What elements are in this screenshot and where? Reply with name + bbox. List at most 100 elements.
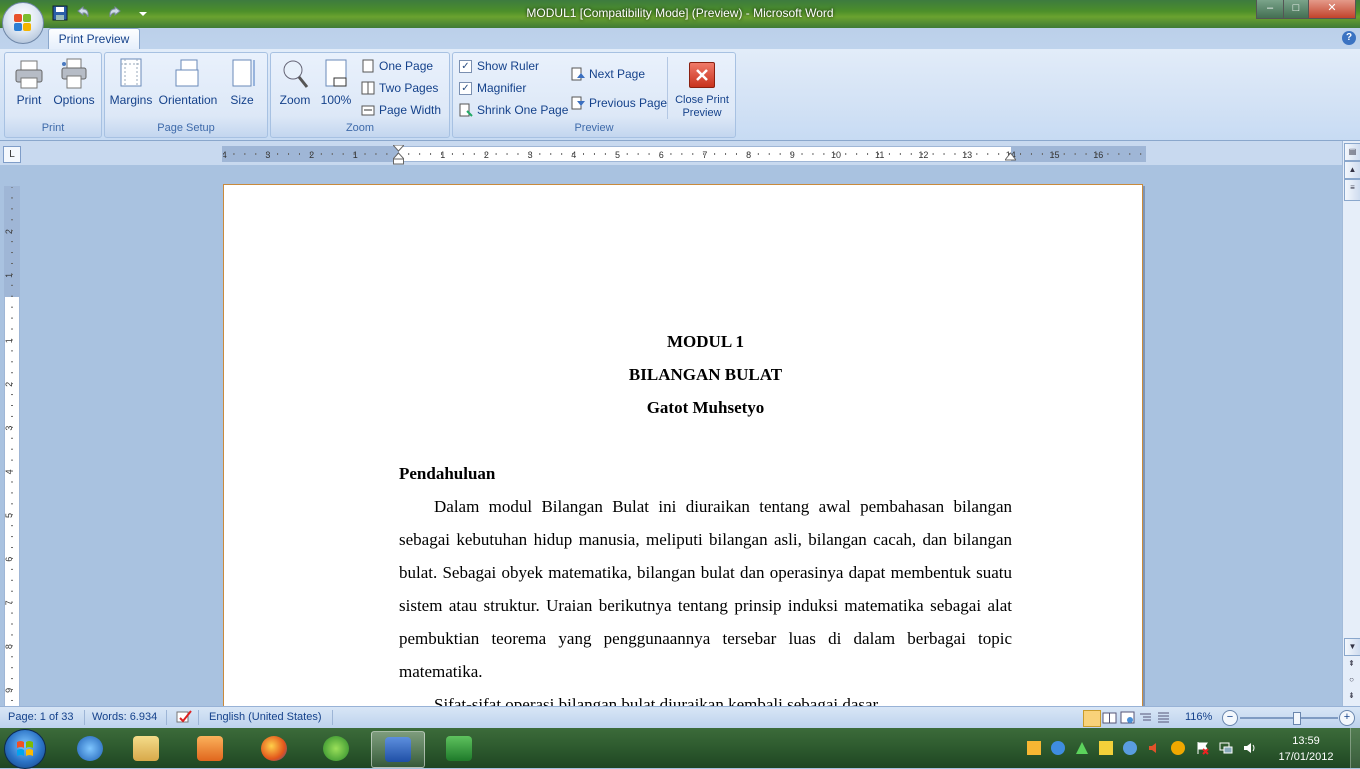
ruler-number: 12 [918, 150, 928, 160]
shrink-one-page-label: Shrink One Page [477, 103, 569, 117]
ribbon-tab-row [0, 28, 1360, 50]
language-indicator[interactable]: English (United States) [209, 711, 322, 723]
clock[interactable]: 13:59 17/01/2012 [1268, 733, 1344, 765]
right-indent-marker[interactable] [1003, 150, 1018, 161]
doc-paragraph-1: Dalam modul Bilangan Bulat ini diuraikan… [399, 497, 1012, 681]
printer-icon [13, 58, 45, 90]
tray-bluetooth-icon[interactable] [1051, 741, 1065, 755]
status-separator [84, 710, 85, 725]
zoom-level[interactable]: 116% [1185, 711, 1212, 723]
browse-object-icon[interactable]: ○ [1344, 672, 1359, 688]
taskbar-excel[interactable] [433, 731, 485, 766]
two-pages-button[interactable]: Two Pages [361, 79, 438, 97]
start-button[interactable] [4, 729, 46, 769]
customize-qat-icon[interactable] [138, 5, 148, 21]
zoom-slider-thumb[interactable] [1292, 712, 1301, 725]
web-layout-view-icon[interactable] [1120, 710, 1135, 725]
print-layout-view-icon[interactable] [1083, 710, 1101, 727]
next-page-icon [571, 67, 585, 81]
tray-speaker-alert-icon[interactable] [1147, 741, 1161, 755]
save-icon[interactable] [52, 5, 68, 21]
margins-label: Margins [109, 93, 153, 107]
minimize-button[interactable]: – [1256, 0, 1284, 19]
tray-network-icon[interactable] [1219, 741, 1233, 755]
undo-icon[interactable] [74, 5, 90, 21]
proofing-icon[interactable] [176, 709, 192, 725]
draft-view-icon[interactable] [1156, 710, 1171, 725]
shrink-one-page-button[interactable]: Shrink One Page [459, 101, 568, 119]
scroll-up-arrow-icon[interactable]: ▲ [1344, 161, 1360, 179]
taskbar-explorer[interactable] [120, 731, 172, 766]
options-button[interactable]: Options [51, 56, 97, 118]
help-icon[interactable]: ? [1342, 31, 1356, 45]
ruler-number: 1 [440, 150, 445, 160]
next-page-button[interactable]: Next Page [571, 65, 645, 83]
tray-update-icon[interactable] [1123, 741, 1137, 755]
outline-view-icon[interactable] [1138, 710, 1153, 725]
full-screen-reading-view-icon[interactable] [1102, 710, 1117, 725]
document-page[interactable]: MODUL 1 BILANGAN BULAT Gatot Muhsetyo Pe… [223, 184, 1143, 726]
vertical-scrollbar[interactable]: ▤ ▲ ≡ ▼ ⇞ ○ ⇟ [1342, 141, 1360, 706]
tray-volume-icon[interactable] [1243, 741, 1257, 755]
tray-chrome-icon[interactable] [1171, 741, 1185, 755]
page-width-button[interactable]: Page Width [361, 101, 441, 119]
zoom-slider-track[interactable] [1240, 712, 1338, 725]
size-button[interactable]: Size [223, 56, 261, 118]
close-button[interactable]: ✕ [1308, 0, 1356, 19]
tray-triangle-icon[interactable] [1075, 741, 1089, 755]
maximize-button[interactable]: □ [1283, 0, 1309, 19]
zoom-100-button[interactable]: 100% [317, 56, 355, 118]
next-page-arrow-icon[interactable]: ⇟ [1344, 688, 1359, 704]
vertical-ruler-number: 3 [5, 426, 14, 431]
doc-author: Gatot Muhsetyo [646, 398, 765, 417]
ruler-number: 6 [659, 150, 664, 160]
ruler-number: 4 [223, 150, 227, 160]
redo-icon[interactable] [108, 5, 124, 21]
taskbar-word[interactable] [371, 731, 425, 768]
magnifier-checkbox[interactable]: ✓ Magnifier [459, 79, 526, 97]
orientation-button[interactable]: Orientation [155, 56, 221, 118]
ruler-number: 10 [831, 150, 841, 160]
tray-app-icon[interactable] [1027, 741, 1041, 755]
clock-date: 17/01/2012 [1278, 751, 1334, 763]
preview-separator [667, 57, 668, 119]
zoom-in-icon[interactable]: + [1339, 710, 1355, 726]
ribbon: Print Options Print Margins Orientation [0, 49, 1360, 141]
doc-heading: Pendahuluan [399, 464, 496, 483]
tray-flag-icon[interactable] [1195, 741, 1209, 755]
tab-print-preview[interactable]: Print Preview [48, 28, 140, 51]
print-group: Print Options Print [4, 52, 102, 138]
print-button[interactable]: Print [9, 56, 49, 118]
taskbar-network-app[interactable] [310, 731, 362, 766]
close-print-preview-button[interactable]: Close Print Preview [671, 56, 733, 119]
ruler-number: 7 [702, 150, 707, 160]
view-ruler-icon[interactable]: ▤ [1344, 143, 1360, 161]
tab-selector[interactable]: L [3, 146, 21, 163]
previous-page-button[interactable]: Previous Page [571, 94, 667, 112]
left-indent-marker[interactable] [391, 144, 406, 165]
magnifier-label: Magnifier [477, 81, 527, 95]
internet-explorer-icon [77, 736, 103, 761]
zoom-button[interactable]: Zoom [275, 56, 315, 118]
taskbar-media-player[interactable] [184, 731, 236, 766]
show-desktop-button[interactable] [1350, 728, 1360, 768]
margins-button[interactable]: Margins [109, 56, 153, 118]
media-player-icon [197, 736, 223, 761]
word-count[interactable]: Words: 6.934 [92, 711, 157, 723]
tray-antivirus-icon[interactable] [1099, 741, 1113, 755]
office-button[interactable] [2, 2, 44, 44]
taskbar-internet-explorer[interactable] [64, 731, 116, 766]
print-group-label: Print [41, 122, 65, 134]
zoom-label: Zoom [279, 93, 311, 107]
zoom-out-icon[interactable]: − [1222, 710, 1238, 726]
show-ruler-checkbox[interactable]: ✓ Show Ruler [459, 57, 539, 75]
previous-page-arrow-icon[interactable]: ⇞ [1344, 656, 1359, 672]
scroll-thumb[interactable]: ≡ [1344, 179, 1360, 201]
vertical-ruler-number: 2 [5, 382, 14, 387]
magnifier-check-icon: ✓ [459, 82, 472, 95]
page-count[interactable]: Page: 1 of 33 [8, 711, 73, 723]
scroll-down-arrow-icon[interactable]: ▼ [1344, 638, 1360, 656]
one-page-button[interactable]: One Page [361, 57, 433, 75]
vertical-ruler[interactable]: 2 1 1 2 3 4 5 6 7 8 9 [4, 186, 20, 708]
taskbar-firefox[interactable] [248, 731, 300, 766]
